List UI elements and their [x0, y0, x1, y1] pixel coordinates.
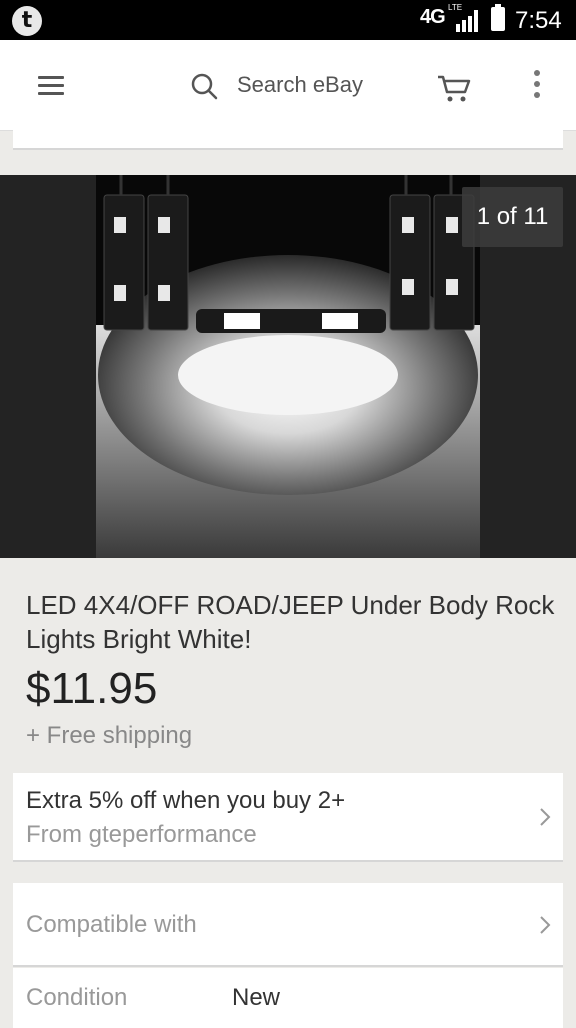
listing-title: LED 4X4/OFF ROAD/JEEP Under Body Rock Li…	[26, 590, 555, 654]
product-image[interactable]	[96, 175, 480, 558]
compatible-with-label: Compatible with	[26, 911, 197, 938]
shipping-info: + Free shipping	[26, 722, 193, 749]
chevron-right-icon	[540, 916, 551, 934]
chevron-right-icon	[540, 808, 551, 826]
promo-seller-text: From gteperformance	[26, 821, 257, 848]
listing-price: $11.95	[26, 664, 158, 713]
condition-row: Condition New	[13, 968, 563, 1028]
signal-strength-icon	[456, 10, 478, 32]
previous-card-edge	[13, 130, 563, 150]
cart-icon[interactable]	[437, 72, 471, 104]
promo-offer-text: Extra 5% off when you buy 2+	[26, 787, 346, 814]
image-counter: 1 of 11	[462, 187, 563, 247]
more-vertical-icon[interactable]	[532, 70, 542, 100]
condition-label: Condition	[26, 984, 128, 1011]
status-time: 7:54	[515, 7, 562, 34]
battery-icon	[491, 4, 505, 31]
condition-value: New	[232, 984, 281, 1011]
image-gallery[interactable]: 1 of 11	[0, 175, 576, 558]
search-input[interactable]: Search eBay	[237, 72, 363, 98]
app-notification-icon: t	[12, 6, 42, 36]
search-icon[interactable]	[190, 72, 218, 100]
network-subtype: LTE	[448, 3, 463, 12]
compatible-with-row[interactable]: Compatible with	[13, 883, 563, 967]
network-type: 4G	[420, 6, 446, 28]
status-bar: t 4G LTE 7:54	[0, 0, 576, 40]
promo-offer-row[interactable]: Extra 5% off when you buy 2+ From gteper…	[13, 773, 563, 862]
menu-icon[interactable]	[38, 76, 64, 96]
app-bar: Search eBay	[0, 40, 576, 131]
